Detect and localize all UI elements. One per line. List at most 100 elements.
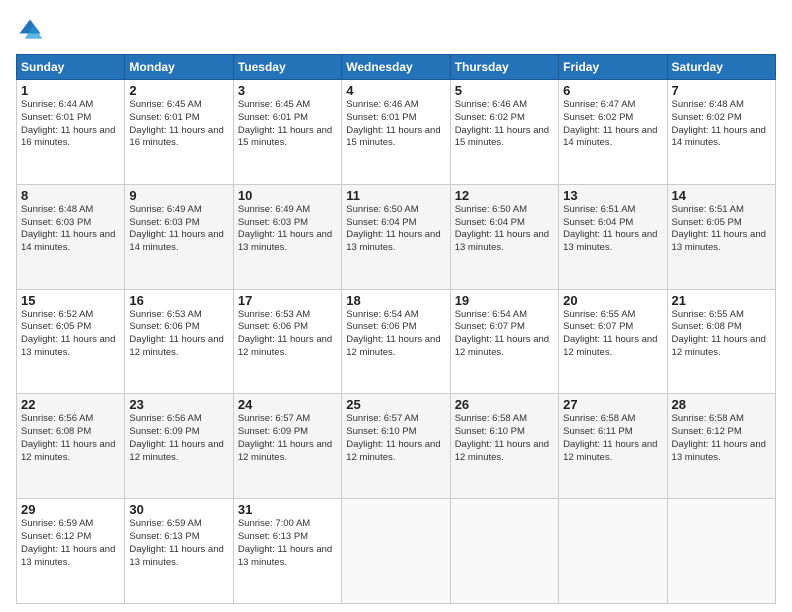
calendar-cell: 12 Sunrise: 6:50 AMSunset: 6:04 PMDaylig… (450, 184, 558, 289)
calendar-cell: 28 Sunrise: 6:58 AMSunset: 6:12 PMDaylig… (667, 394, 775, 499)
calendar-cell: 6 Sunrise: 6:47 AMSunset: 6:02 PMDayligh… (559, 80, 667, 185)
day-info: Sunrise: 6:56 AMSunset: 6:08 PMDaylight:… (21, 413, 115, 462)
day-info: Sunrise: 6:57 AMSunset: 6:10 PMDaylight:… (346, 413, 440, 462)
calendar-cell: 21 Sunrise: 6:55 AMSunset: 6:08 PMDaylig… (667, 289, 775, 394)
logo (16, 16, 46, 44)
page: SundayMondayTuesdayWednesdayThursdayFrid… (0, 0, 792, 612)
day-number: 7 (672, 83, 771, 98)
calendar-cell: 27 Sunrise: 6:58 AMSunset: 6:11 PMDaylig… (559, 394, 667, 499)
calendar-cell: 26 Sunrise: 6:58 AMSunset: 6:10 PMDaylig… (450, 394, 558, 499)
day-number: 19 (455, 293, 554, 308)
day-info: Sunrise: 6:53 AMSunset: 6:06 PMDaylight:… (238, 309, 332, 358)
day-header-tuesday: Tuesday (233, 55, 341, 80)
day-info: Sunrise: 6:53 AMSunset: 6:06 PMDaylight:… (129, 309, 223, 358)
day-info: Sunrise: 6:55 AMSunset: 6:07 PMDaylight:… (563, 309, 657, 358)
day-number: 1 (21, 83, 120, 98)
calendar-week-2: 8 Sunrise: 6:48 AMSunset: 6:03 PMDayligh… (17, 184, 776, 289)
calendar-cell: 14 Sunrise: 6:51 AMSunset: 6:05 PMDaylig… (667, 184, 775, 289)
day-info: Sunrise: 6:58 AMSunset: 6:11 PMDaylight:… (563, 413, 657, 462)
day-number: 17 (238, 293, 337, 308)
calendar-cell: 30 Sunrise: 6:59 AMSunset: 6:13 PMDaylig… (125, 499, 233, 604)
day-info: Sunrise: 6:47 AMSunset: 6:02 PMDaylight:… (563, 99, 657, 148)
day-number: 21 (672, 293, 771, 308)
calendar-cell: 3 Sunrise: 6:45 AMSunset: 6:01 PMDayligh… (233, 80, 341, 185)
day-info: Sunrise: 6:59 AMSunset: 6:13 PMDaylight:… (129, 518, 223, 567)
calendar-cell: 8 Sunrise: 6:48 AMSunset: 6:03 PMDayligh… (17, 184, 125, 289)
day-number: 29 (21, 502, 120, 517)
header (16, 16, 776, 44)
day-number: 8 (21, 188, 120, 203)
day-info: Sunrise: 6:51 AMSunset: 6:04 PMDaylight:… (563, 204, 657, 253)
day-header-sunday: Sunday (17, 55, 125, 80)
day-info: Sunrise: 6:52 AMSunset: 6:05 PMDaylight:… (21, 309, 115, 358)
day-number: 12 (455, 188, 554, 203)
day-number: 23 (129, 397, 228, 412)
day-info: Sunrise: 6:54 AMSunset: 6:07 PMDaylight:… (455, 309, 549, 358)
calendar-cell (559, 499, 667, 604)
day-header-thursday: Thursday (450, 55, 558, 80)
day-info: Sunrise: 6:46 AMSunset: 6:01 PMDaylight:… (346, 99, 440, 148)
day-number: 22 (21, 397, 120, 412)
calendar-cell: 24 Sunrise: 6:57 AMSunset: 6:09 PMDaylig… (233, 394, 341, 499)
calendar-cell: 31 Sunrise: 7:00 AMSunset: 6:13 PMDaylig… (233, 499, 341, 604)
calendar-cell: 5 Sunrise: 6:46 AMSunset: 6:02 PMDayligh… (450, 80, 558, 185)
day-number: 14 (672, 188, 771, 203)
day-number: 6 (563, 83, 662, 98)
day-number: 9 (129, 188, 228, 203)
day-info: Sunrise: 6:56 AMSunset: 6:09 PMDaylight:… (129, 413, 223, 462)
day-number: 11 (346, 188, 445, 203)
day-number: 2 (129, 83, 228, 98)
day-header-wednesday: Wednesday (342, 55, 450, 80)
calendar-cell: 11 Sunrise: 6:50 AMSunset: 6:04 PMDaylig… (342, 184, 450, 289)
calendar-cell: 2 Sunrise: 6:45 AMSunset: 6:01 PMDayligh… (125, 80, 233, 185)
calendar-cell (342, 499, 450, 604)
day-info: Sunrise: 6:55 AMSunset: 6:08 PMDaylight:… (672, 309, 766, 358)
day-number: 15 (21, 293, 120, 308)
day-info: Sunrise: 6:49 AMSunset: 6:03 PMDaylight:… (129, 204, 223, 253)
calendar-cell: 25 Sunrise: 6:57 AMSunset: 6:10 PMDaylig… (342, 394, 450, 499)
calendar-cell: 9 Sunrise: 6:49 AMSunset: 6:03 PMDayligh… (125, 184, 233, 289)
calendar-cell: 7 Sunrise: 6:48 AMSunset: 6:02 PMDayligh… (667, 80, 775, 185)
day-number: 25 (346, 397, 445, 412)
logo-icon (16, 16, 44, 44)
day-number: 27 (563, 397, 662, 412)
calendar-cell: 17 Sunrise: 6:53 AMSunset: 6:06 PMDaylig… (233, 289, 341, 394)
calendar-cell: 20 Sunrise: 6:55 AMSunset: 6:07 PMDaylig… (559, 289, 667, 394)
day-info: Sunrise: 6:46 AMSunset: 6:02 PMDaylight:… (455, 99, 549, 148)
calendar-cell: 15 Sunrise: 6:52 AMSunset: 6:05 PMDaylig… (17, 289, 125, 394)
day-info: Sunrise: 6:45 AMSunset: 6:01 PMDaylight:… (238, 99, 332, 148)
day-info: Sunrise: 6:57 AMSunset: 6:09 PMDaylight:… (238, 413, 332, 462)
day-info: Sunrise: 6:44 AMSunset: 6:01 PMDaylight:… (21, 99, 115, 148)
calendar-cell: 1 Sunrise: 6:44 AMSunset: 6:01 PMDayligh… (17, 80, 125, 185)
calendar-week-5: 29 Sunrise: 6:59 AMSunset: 6:12 PMDaylig… (17, 499, 776, 604)
day-number: 24 (238, 397, 337, 412)
calendar-cell (450, 499, 558, 604)
calendar-table: SundayMondayTuesdayWednesdayThursdayFrid… (16, 54, 776, 604)
day-number: 18 (346, 293, 445, 308)
day-number: 13 (563, 188, 662, 203)
day-header-monday: Monday (125, 55, 233, 80)
day-info: Sunrise: 6:48 AMSunset: 6:02 PMDaylight:… (672, 99, 766, 148)
day-number: 31 (238, 502, 337, 517)
day-header-friday: Friday (559, 55, 667, 80)
day-number: 16 (129, 293, 228, 308)
day-number: 3 (238, 83, 337, 98)
calendar-cell: 10 Sunrise: 6:49 AMSunset: 6:03 PMDaylig… (233, 184, 341, 289)
day-info: Sunrise: 6:58 AMSunset: 6:10 PMDaylight:… (455, 413, 549, 462)
day-info: Sunrise: 6:48 AMSunset: 6:03 PMDaylight:… (21, 204, 115, 253)
calendar-cell: 22 Sunrise: 6:56 AMSunset: 6:08 PMDaylig… (17, 394, 125, 499)
calendar-cell (667, 499, 775, 604)
day-info: Sunrise: 7:00 AMSunset: 6:13 PMDaylight:… (238, 518, 332, 567)
day-number: 20 (563, 293, 662, 308)
calendar-cell: 23 Sunrise: 6:56 AMSunset: 6:09 PMDaylig… (125, 394, 233, 499)
calendar-week-4: 22 Sunrise: 6:56 AMSunset: 6:08 PMDaylig… (17, 394, 776, 499)
day-info: Sunrise: 6:59 AMSunset: 6:12 PMDaylight:… (21, 518, 115, 567)
day-info: Sunrise: 6:51 AMSunset: 6:05 PMDaylight:… (672, 204, 766, 253)
calendar-cell: 19 Sunrise: 6:54 AMSunset: 6:07 PMDaylig… (450, 289, 558, 394)
day-number: 10 (238, 188, 337, 203)
day-number: 5 (455, 83, 554, 98)
calendar-cell: 13 Sunrise: 6:51 AMSunset: 6:04 PMDaylig… (559, 184, 667, 289)
day-info: Sunrise: 6:50 AMSunset: 6:04 PMDaylight:… (346, 204, 440, 253)
day-info: Sunrise: 6:49 AMSunset: 6:03 PMDaylight:… (238, 204, 332, 253)
calendar-cell: 29 Sunrise: 6:59 AMSunset: 6:12 PMDaylig… (17, 499, 125, 604)
